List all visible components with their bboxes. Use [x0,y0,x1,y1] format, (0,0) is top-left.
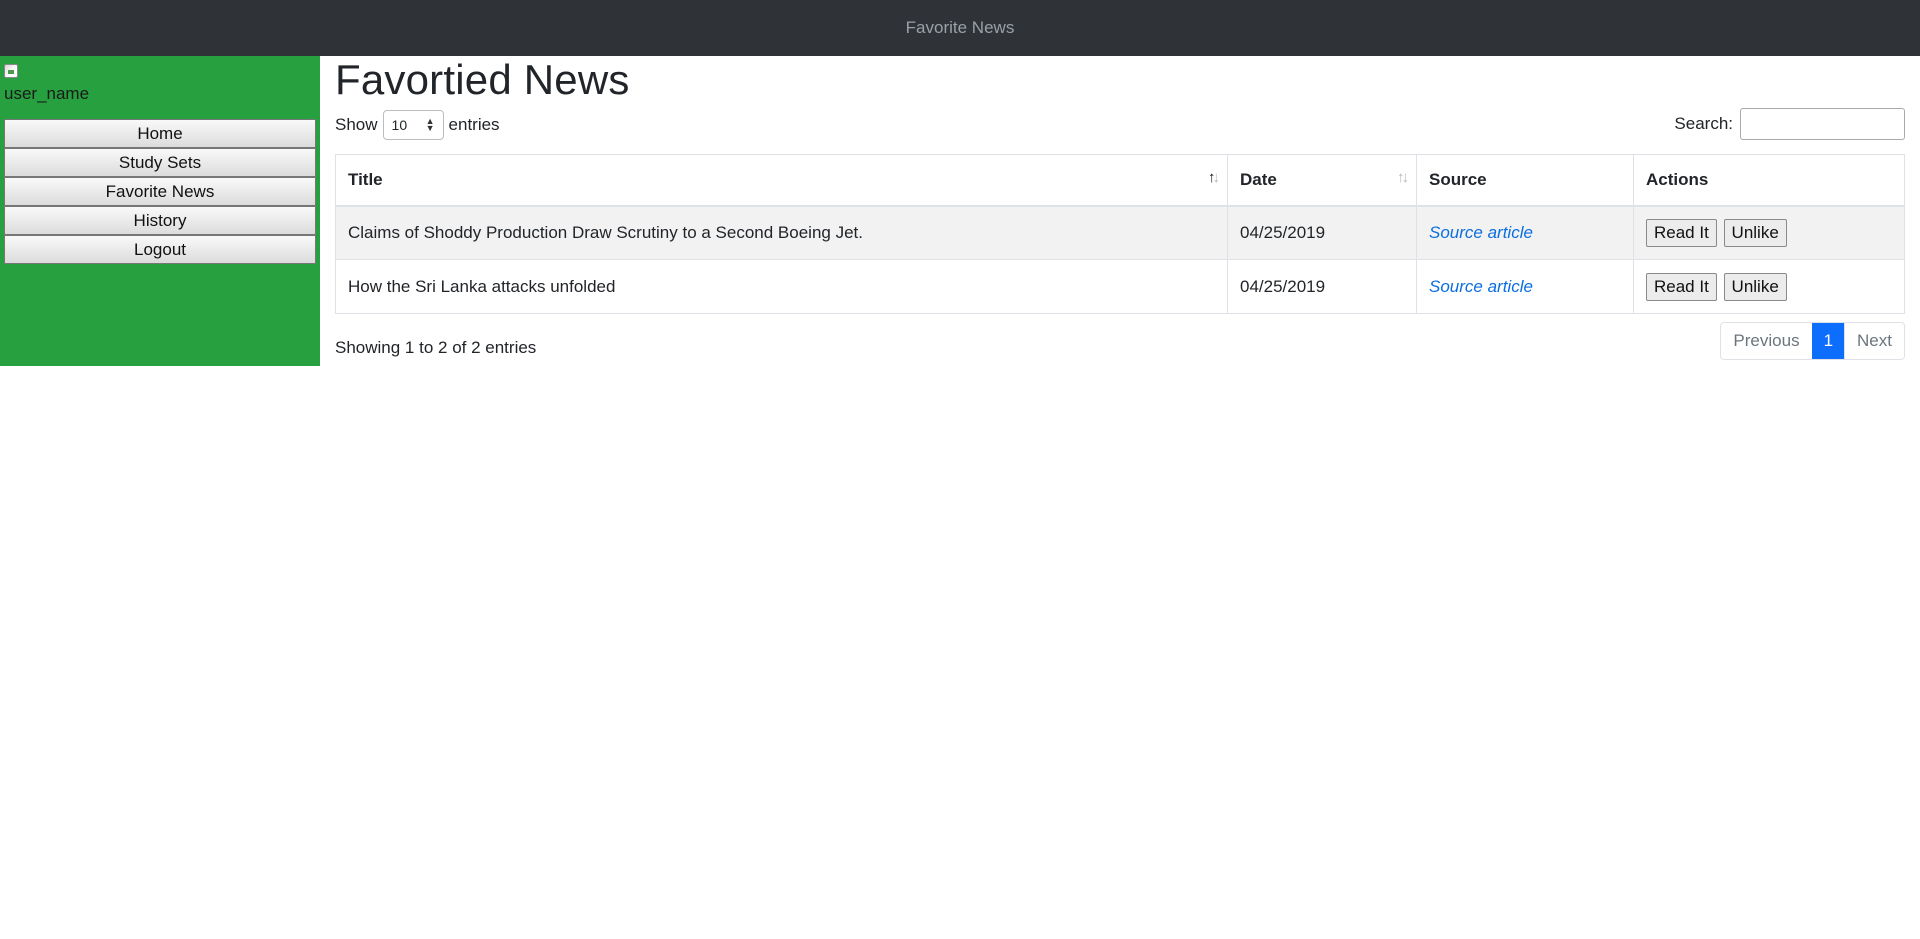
sidebar-nav: Home Study Sets Favorite News History Lo… [4,119,316,264]
select-arrows-icon: ▲ ▼ [425,116,435,133]
table-header-row: Title ↑↓ Date ↑↓ Source Actions [335,154,1905,207]
sidebar-item-home[interactable]: Home [4,119,316,148]
favorites-table: Title ↑↓ Date ↑↓ Source Actions Claims o… [335,154,1905,314]
cell-actions: Read It Unlike [1633,205,1905,260]
cell-source: Source article [1416,205,1634,260]
username: user_name [4,84,90,103]
top-navbar: Favorite News [0,0,1920,56]
header-source: Source [1416,154,1634,207]
table-footer: Showing 1 to 2 of 2 entries Previous 1 N… [335,314,1905,364]
header-actions: Actions [1633,154,1905,207]
sidebar: user_name Home Study Sets Favorite News … [0,56,320,366]
source-article-link[interactable]: Source article [1429,223,1533,242]
sort-both-icon: ↑↓ [1397,169,1409,186]
entries-info: Showing 1 to 2 of 2 entries [335,338,537,357]
read-it-button[interactable]: Read It [1646,218,1717,247]
unlike-button[interactable]: Unlike [1723,218,1787,247]
header-source-label: Source [1429,169,1487,189]
cell-source: Source article [1416,259,1634,314]
next-page-button[interactable]: Next [1844,323,1904,359]
table-controls: Show 10 ▲ ▼ entries Search: [335,108,1905,154]
previous-page-button[interactable]: Previous [1721,323,1812,359]
sidebar-item-favorite-news[interactable]: Favorite News [4,177,316,206]
source-article-link[interactable]: Source article [1429,277,1533,296]
header-date[interactable]: Date ↑↓ [1227,154,1417,207]
sidebar-item-logout[interactable]: Logout [4,235,316,264]
header-title[interactable]: Title ↑↓ [335,154,1228,207]
table-row: How the Sri Lanka attacks unfolded 04/25… [335,259,1905,314]
cell-date: 04/25/2019 [1227,205,1417,260]
entries-label: entries [448,115,500,134]
cell-title: Claims of Shoddy Production Draw Scrutin… [335,205,1228,260]
search-label: Search: [1674,114,1733,133]
page-length-control: Show 10 ▲ ▼ entries [335,110,500,140]
page-title: Favortied News [335,56,630,103]
header-date-label: Date [1240,169,1277,189]
page-length-value: 10 [391,117,408,133]
header-title-label: Title [348,169,383,189]
broken-image-icon [4,64,18,78]
unlike-button[interactable]: Unlike [1723,272,1787,301]
table-row: Claims of Shoddy Production Draw Scrutin… [335,205,1905,260]
sidebar-item-history[interactable]: History [4,206,316,235]
show-label: Show [335,115,378,134]
cell-date: 04/25/2019 [1227,259,1417,314]
page-length-select[interactable]: 10 ▲ ▼ [382,110,444,140]
cell-title: How the Sri Lanka attacks unfolded [335,259,1228,314]
read-it-button[interactable]: Read It [1646,272,1717,301]
navbar-title: Favorite News [905,18,1015,37]
page-1-button[interactable]: 1 [1811,323,1845,359]
sort-asc-icon: ↑↓ [1208,169,1220,186]
pagination: Previous 1 Next [1720,322,1905,360]
cell-actions: Read It Unlike [1633,259,1905,314]
sidebar-item-study-sets[interactable]: Study Sets [4,148,316,177]
avatar [4,63,316,81]
main-content: Favortied News Show 10 ▲ ▼ entries Search… [335,56,1905,364]
header-actions-label: Actions [1646,169,1709,189]
search-input[interactable] [1740,108,1905,140]
search-control: Search: [1674,108,1905,140]
